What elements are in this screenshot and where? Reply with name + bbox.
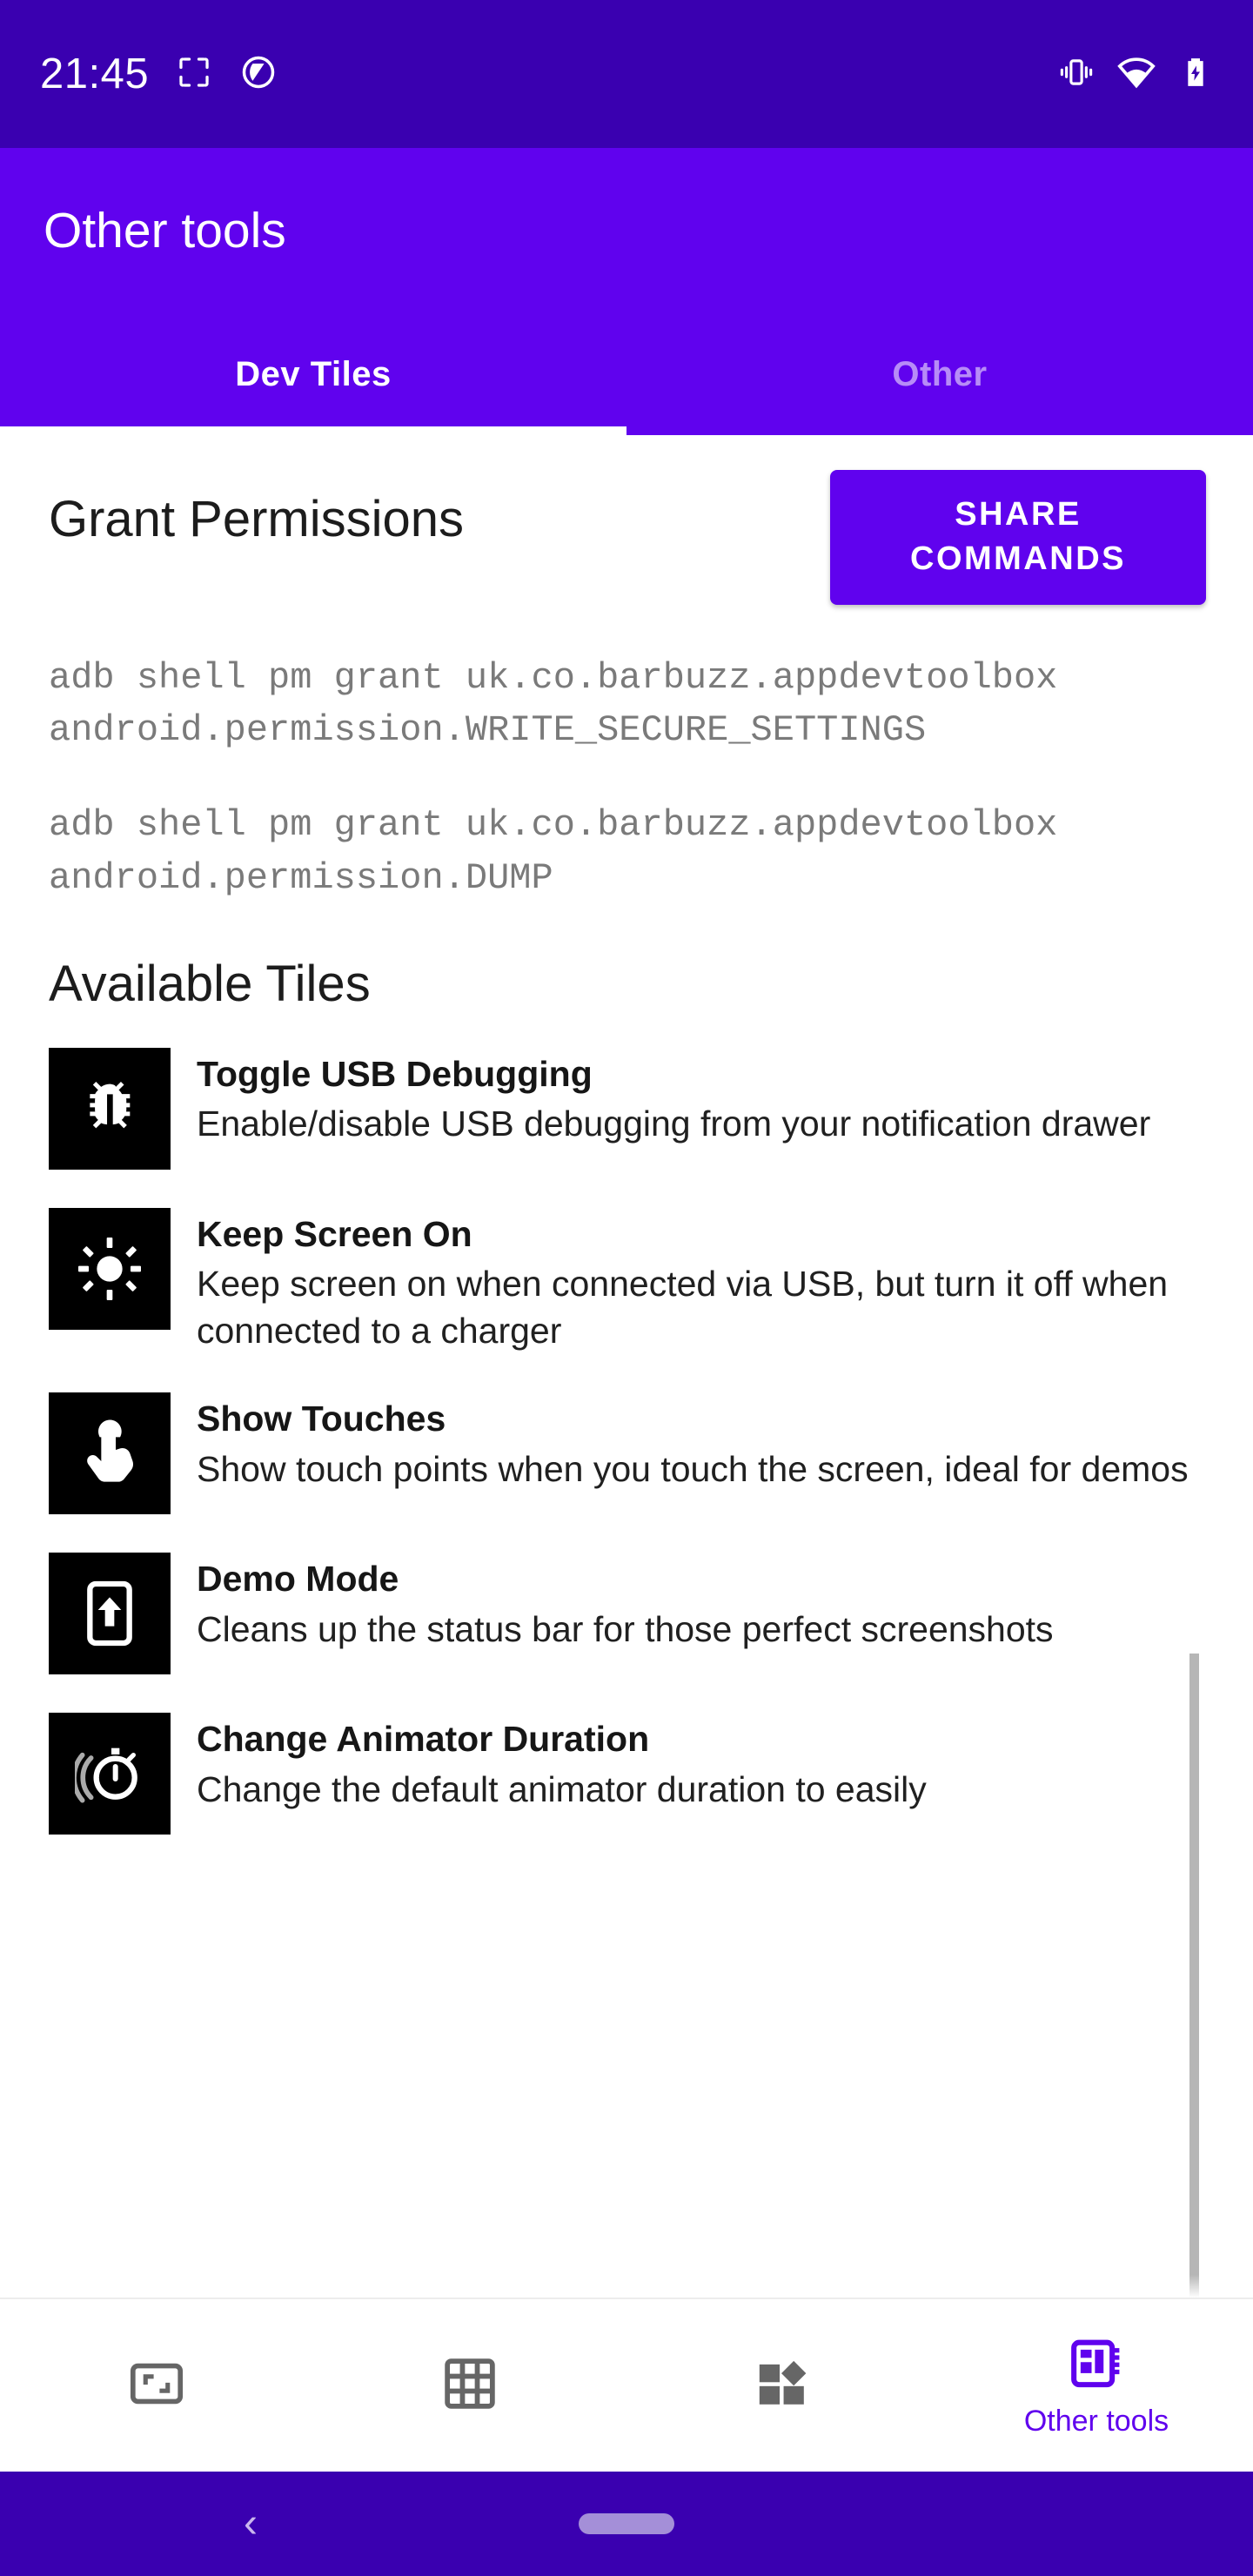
tab-other[interactable]: Other — [626, 313, 1253, 435]
content-fade-mask — [0, 2275, 1253, 2298]
grant-permissions-heading: Grant Permissions — [49, 491, 465, 547]
tab-other-label: Other — [892, 354, 988, 393]
circle-slash-icon — [239, 53, 278, 96]
nav-item-other-tools-label: Other tools — [1023, 2404, 1169, 2438]
list-item-text: Change Animator Duration Change the defa… — [197, 1713, 1218, 1813]
tile-name: Change Animator Duration — [197, 1719, 650, 1760]
tile-description: Keep screen on when connected via USB, b… — [197, 1264, 1169, 1352]
list-item-text: Toggle USB Debugging Enable/disable USB … — [197, 1048, 1218, 1148]
nav-item-dashboard[interactable] — [626, 2299, 940, 2472]
developer-board-icon — [1068, 2336, 1125, 2398]
tab-dev-tiles-label: Dev Tiles — [235, 354, 392, 393]
tile-name: Show Touches — [197, 1399, 446, 1439]
status-bar: 21:45 — [0, 0, 1253, 148]
list-item[interactable]: Keep Screen On Keep screen on when conne… — [0, 1207, 1218, 1355]
tile-description: Cleans up the status bar for those perfe… — [197, 1608, 1054, 1649]
scrollbar[interactable] — [1189, 1654, 1199, 2298]
tile-description: Enable/disable USB debugging from your n… — [197, 1104, 1151, 1144]
available-tiles-heading: Available Tiles — [49, 956, 371, 1013]
stopwatch-icon — [49, 1713, 171, 1835]
tile-description: Show touch points when you touch the scr… — [197, 1448, 1189, 1489]
adb-command-2: adb shell pm grant uk.co.barbuzz.appdevt… — [49, 804, 1080, 900]
wifi-icon — [1117, 53, 1156, 96]
list-item[interactable]: Toggle USB Debugging Enable/disable USB … — [0, 1047, 1218, 1170]
available-tiles-list: Toggle USB Debugging Enable/disable USB … — [0, 1047, 1253, 1835]
home-pill[interactable] — [579, 2513, 674, 2534]
grant-permissions-section: Grant Permissions SHARE COMMANDS — [0, 435, 1253, 605]
grid-icon — [441, 2355, 499, 2417]
share-commands-button[interactable]: SHARE COMMANDS — [830, 470, 1206, 605]
app-bar: Other tools — [0, 148, 1253, 313]
tile-name: Keep Screen On — [197, 1213, 472, 1254]
list-item[interactable]: Show Touches Show touch points when you … — [0, 1392, 1218, 1515]
list-item[interactable]: Demo Mode Cleans up the status bar for t… — [0, 1553, 1218, 1675]
app-screen: 21:45 Other tools Dev Tiles Other Grant … — [0, 0, 1253, 2576]
bottom-navigation-bar: Other tools — [0, 2298, 1253, 2472]
tile-name: Demo Mode — [197, 1559, 399, 1600]
tab-dev-tiles[interactable]: Dev Tiles — [0, 313, 626, 435]
dashboard-icon — [754, 2354, 813, 2418]
main-content: Grant Permissions SHARE COMMANDS adb she… — [0, 435, 1253, 2298]
list-item-text: Keep Screen On Keep screen on when conne… — [197, 1208, 1218, 1355]
adb-commands-block: adb shell pm grant uk.co.barbuzz.appdevt… — [0, 605, 1253, 906]
nav-item-other-tools[interactable]: Other tools — [940, 2299, 1253, 2472]
list-item-text: Demo Mode Cleans up the status bar for t… — [197, 1553, 1218, 1653]
status-clock: 21:45 — [40, 50, 150, 97]
nav-item-aspect-ratio[interactable] — [0, 2299, 313, 2472]
status-bar-right — [1058, 53, 1213, 96]
vibrate-icon — [1058, 54, 1095, 95]
back-icon[interactable]: ‹ — [244, 2503, 258, 2545]
tile-name: Toggle USB Debugging — [197, 1053, 593, 1094]
battery-charging-icon — [1178, 55, 1213, 94]
brightness-sun-icon — [49, 1207, 171, 1330]
system-gesture-bar: ‹ — [0, 2472, 1253, 2576]
list-item[interactable]: Change Animator Duration Change the defa… — [0, 1713, 1218, 1835]
touch-pointer-icon — [49, 1392, 171, 1515]
list-item-text: Show Touches Show touch points when you … — [197, 1392, 1218, 1493]
status-bar-left: 21:45 — [40, 50, 278, 97]
adb-command-1: adb shell pm grant uk.co.barbuzz.appdevt… — [49, 656, 1080, 752]
tile-description: Change the default animator duration to … — [197, 1768, 927, 1809]
phone-upload-icon — [49, 1553, 171, 1675]
screenshot-icon — [175, 53, 213, 96]
aspect-ratio-icon — [127, 2354, 186, 2418]
tab-bar: Dev Tiles Other — [0, 313, 1253, 435]
bug-icon — [49, 1047, 171, 1170]
nav-item-grid[interactable] — [313, 2299, 626, 2472]
page-title: Other tools — [44, 202, 286, 258]
